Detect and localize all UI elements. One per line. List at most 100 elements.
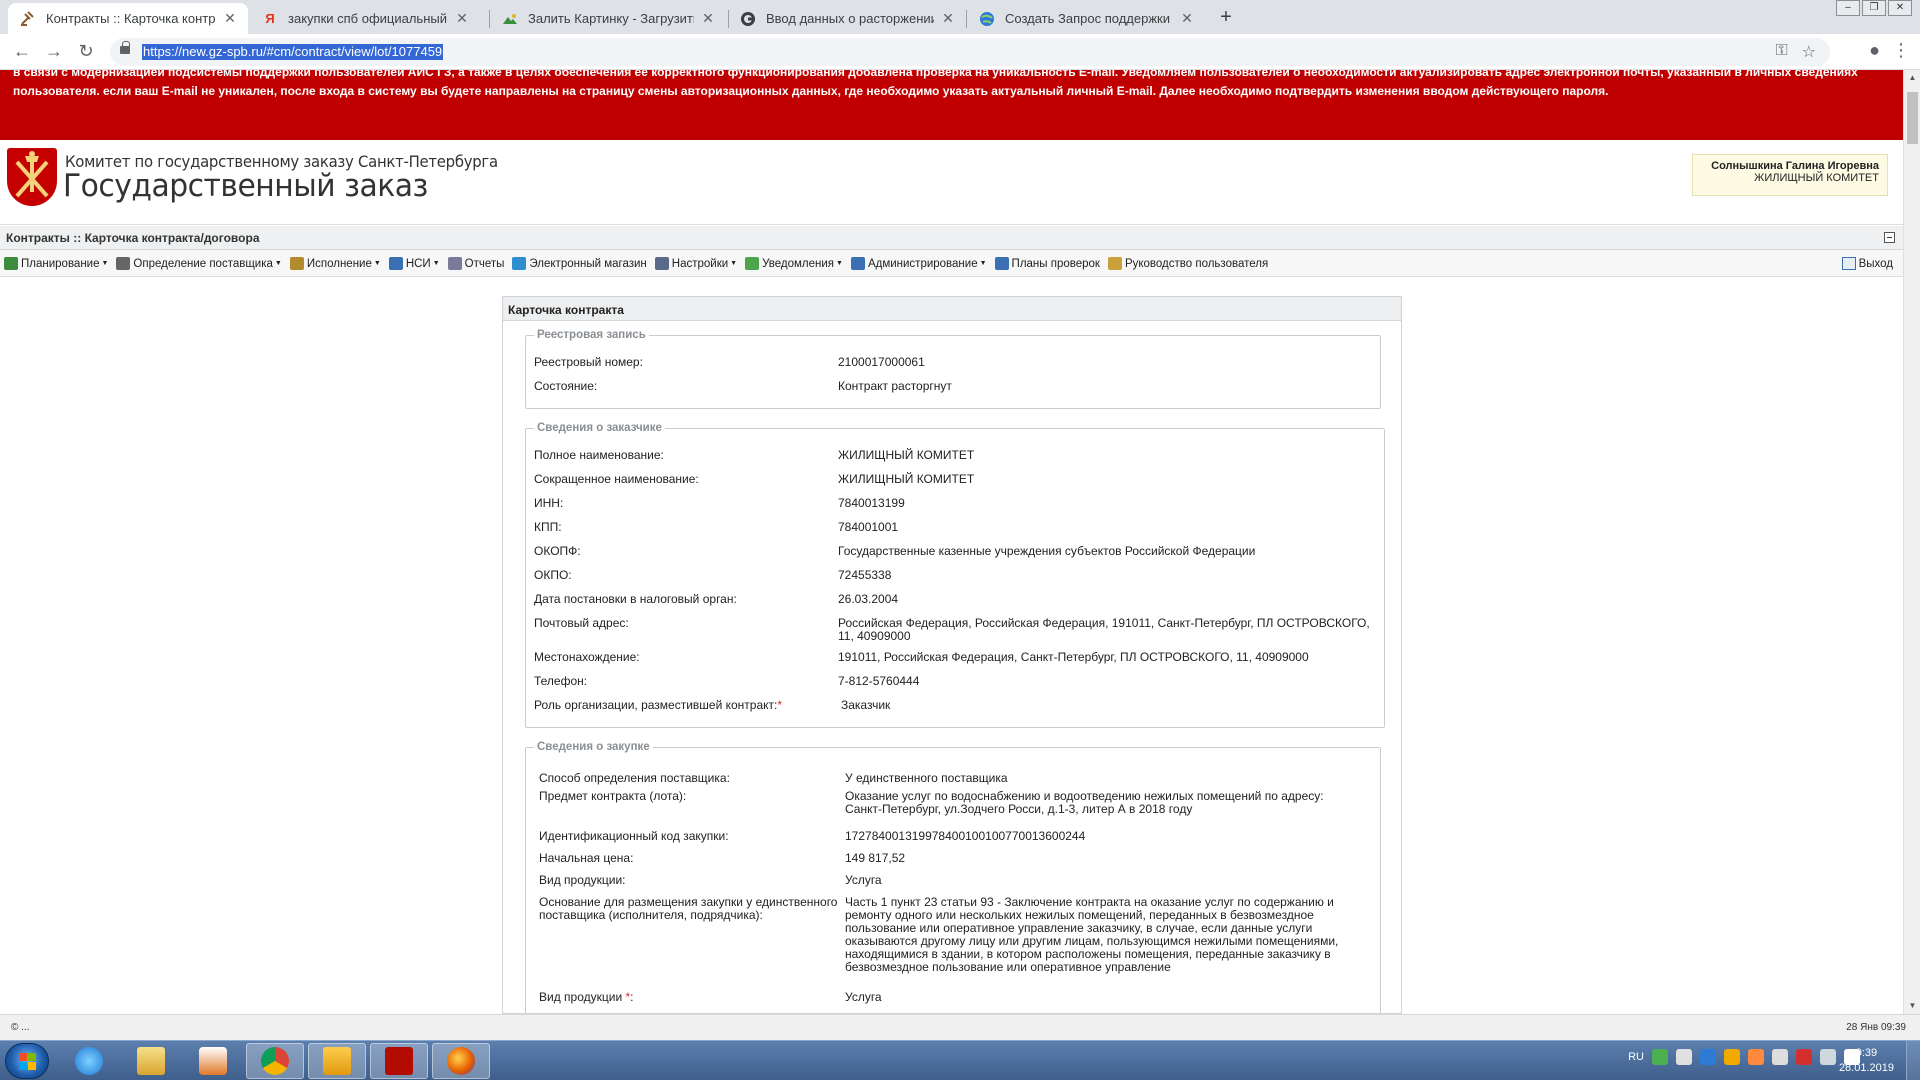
account-icon[interactable]: ●	[1869, 40, 1880, 61]
menu-item-label: Планы проверок	[1011, 257, 1100, 270]
image-host-icon	[502, 11, 518, 27]
menu-item[interactable]: Определение поставщика ▼	[116, 257, 282, 270]
scales-icon	[20, 10, 36, 27]
field-label: Реестровый номер:	[534, 355, 643, 369]
site-header: Комитет по государственному заказу Санкт…	[0, 140, 1903, 225]
menu-item[interactable]: Отчеты	[447, 257, 505, 270]
menu-item[interactable]: Исполнение ▼	[289, 257, 381, 270]
field-label: ОКПО:	[534, 568, 572, 582]
menu-item-icon	[512, 257, 527, 270]
lock-icon	[120, 41, 130, 54]
taskbar-clock[interactable]: 9:39 28.01.2019	[1839, 1046, 1894, 1076]
scroll-down-icon[interactable]: ▼	[1904, 998, 1920, 1014]
taskbar-firefox[interactable]	[432, 1043, 490, 1079]
field-label: Сокращенное наименование:	[534, 472, 699, 486]
show-desktop-button[interactable]	[1906, 1041, 1920, 1080]
customer-okpo: 72455338	[838, 568, 892, 582]
star-icon[interactable]: ☆	[1802, 42, 1816, 62]
tray-app-icon[interactable]	[1676, 1049, 1692, 1065]
logout-button[interactable]: Выход	[1841, 257, 1893, 270]
vertical-scrollbar[interactable]: ▲ ▼	[1903, 70, 1920, 1014]
purchase-id-code: 172784001319978400100100770013600244	[845, 829, 1086, 843]
main-menu: Планирование ▼ Определение поставщика ▼ Испо…	[0, 250, 1903, 277]
tray-app-icon[interactable]	[1724, 1049, 1740, 1065]
notice-banner: в связи с модернизацией подсистемы подде…	[0, 70, 1903, 140]
reload-icon[interactable]: ↻	[74, 40, 98, 64]
menu-item[interactable]: Руководство пользователя	[1107, 257, 1268, 270]
dropdown-caret-icon: ▼	[730, 260, 738, 267]
tray-app-icon[interactable]	[1796, 1049, 1812, 1065]
key-icon[interactable]: ⚿	[1775, 42, 1787, 62]
restore-button[interactable]: ❐	[1862, 0, 1886, 16]
taskbar-ie[interactable]	[60, 1043, 118, 1079]
new-tab-button[interactable]: +	[1212, 6, 1240, 30]
language-indicator[interactable]: RU	[1628, 1051, 1644, 1063]
close-tab-icon[interactable]: ✕	[222, 10, 238, 27]
network-icon[interactable]	[1820, 1049, 1836, 1065]
menu-item[interactable]: Планирование ▼	[4, 257, 108, 270]
logout-label: Выход	[1858, 257, 1893, 270]
folder-icon	[137, 1047, 165, 1075]
browser-tab-contracts[interactable]: Контракты :: Карточка контракт ✕	[8, 3, 248, 34]
internet-explorer-icon	[75, 1047, 103, 1075]
menu-item[interactable]: Администрирование ▼	[850, 257, 987, 270]
menu-item[interactable]: Планы проверок	[994, 257, 1100, 270]
close-window-button[interactable]: ✕	[1888, 0, 1912, 16]
close-tab-icon[interactable]: ✕	[700, 10, 716, 27]
dropdown-caret-icon: ▼	[836, 260, 843, 267]
customer-inn: 7840013199	[838, 496, 905, 510]
tray-app-icon[interactable]	[1652, 1049, 1668, 1065]
menu-item[interactable]: Настройки ▼	[654, 257, 738, 270]
back-arrow-icon[interactable]: ←	[10, 40, 34, 64]
browser-tab-termination[interactable]: Ввод данных о расторжении ко ✕	[728, 3, 966, 34]
start-button[interactable]	[5, 1043, 49, 1079]
browser-tab-search[interactable]: Я закупки спб официальный сайт ✕	[250, 3, 480, 34]
menu-item[interactable]: НСИ ▼	[388, 257, 440, 270]
field-label: ИНН:	[534, 496, 564, 510]
collapse-button[interactable]	[1884, 232, 1895, 243]
tray-app-icon[interactable]	[1748, 1049, 1764, 1065]
url-text[interactable]: https://new.gz-spb.ru/#cm/contract/view/…	[142, 44, 444, 60]
yandex-icon: Я	[265, 11, 275, 26]
taskbar-media-player[interactable]	[184, 1043, 242, 1079]
scrollbar-thumb[interactable]	[1907, 92, 1918, 144]
browser-tab-image-upload[interactable]: Залить Картинку - Загрузить фо ✕	[490, 3, 726, 34]
tray-app-icon[interactable]	[1700, 1049, 1716, 1065]
basis-line: ремонту одного или нескольких нежилых по…	[845, 908, 1314, 922]
taskbar-chrome[interactable]	[246, 1043, 304, 1079]
close-tab-icon[interactable]: ✕	[1179, 10, 1195, 27]
user-org: ЖИЛИЩНЫЙ КОМИТЕТ	[1754, 172, 1879, 184]
minimize-button[interactable]: –	[1836, 0, 1860, 16]
browser-tab-support[interactable]: Создать Запрос поддержки - AI ✕	[967, 3, 1205, 34]
menu-item-label: Отчеты	[464, 257, 505, 270]
basis-line: оказываются другому лицу или другим лица…	[845, 934, 1339, 948]
windows-taskbar: RU 9:39 28.01.2019	[0, 1040, 1920, 1080]
taskbar-explorer[interactable]	[122, 1043, 180, 1079]
menu-item[interactable]: Уведомления ▼	[745, 257, 843, 270]
close-tab-icon[interactable]: ✕	[940, 10, 956, 27]
address-bar[interactable]: https://new.gz-spb.ru/#cm/contract/view/…	[110, 38, 1830, 66]
taskbar-acrobat[interactable]	[370, 1043, 428, 1079]
breadcrumb: Контракты :: Карточка контракта/договора	[6, 231, 260, 245]
site-title: Государственный заказ	[63, 168, 428, 204]
field-label: Дата постановки в налоговый орган:	[534, 592, 737, 606]
close-tab-icon[interactable]: ✕	[454, 10, 470, 27]
field-label: ОКОПФ:	[534, 544, 581, 558]
forward-arrow-icon[interactable]: →	[42, 40, 66, 64]
menu-item[interactable]: Электронный магазин	[512, 257, 647, 270]
user-info[interactable]: Солнышкина Галина Игоревна ЖИЛИЩНЫЙ КОМИ…	[1692, 154, 1888, 196]
tab-title: Залить Картинку - Загрузить фо	[528, 11, 694, 26]
scroll-up-icon[interactable]: ▲	[1904, 70, 1920, 86]
field-label: Идентификационный код закупки:	[539, 829, 729, 843]
taskbar-outlook[interactable]	[308, 1043, 366, 1079]
field-label: Почтовый адрес:	[534, 616, 629, 630]
menu-item-icon	[745, 257, 760, 270]
initial-price: 149 817,52	[845, 851, 906, 865]
menu-item-icon	[289, 257, 304, 270]
dropdown-caret-icon: ▼	[274, 260, 282, 267]
field-label: Полное наименование:	[534, 448, 664, 462]
more-menu-icon[interactable]: ⋮	[1892, 40, 1910, 61]
basis-label-line-2: поставщика (исполнителя, подрядчика):	[539, 908, 763, 922]
tray-app-icon[interactable]	[1772, 1049, 1788, 1065]
dropdown-caret-icon: ▼	[979, 260, 987, 267]
